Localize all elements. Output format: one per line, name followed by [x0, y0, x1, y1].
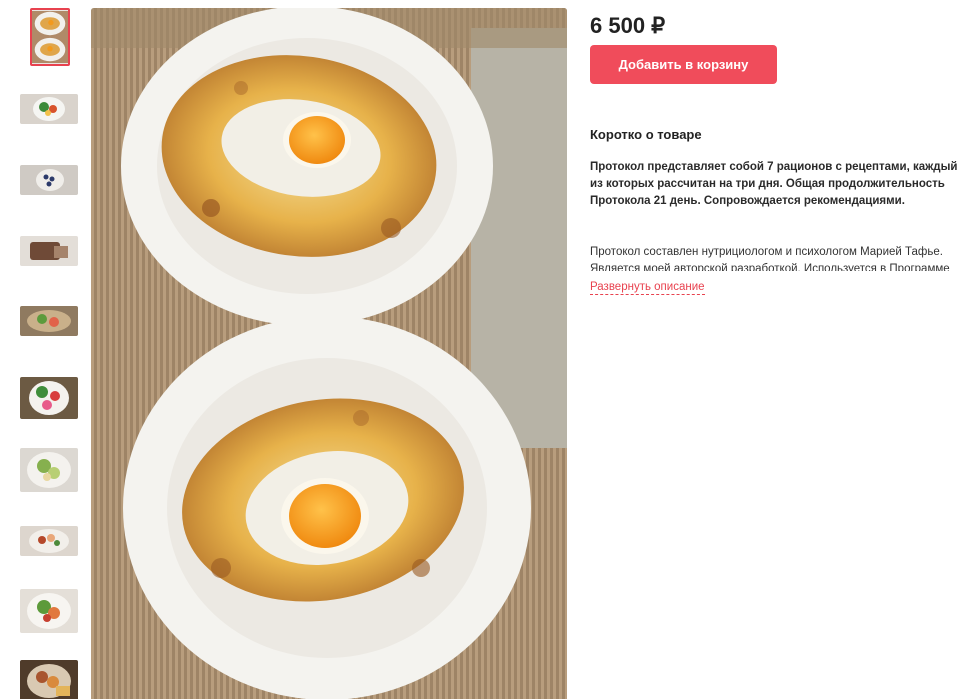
short-description-heading: Коротко о товаре: [590, 127, 702, 142]
product-price: 6 500 ₽: [590, 13, 666, 38]
thumbnail-plated-meal[interactable]: [20, 526, 78, 556]
thumbnail-plate-vegetables[interactable]: [20, 94, 78, 124]
thumbnail-khachapuri[interactable]: [30, 8, 70, 66]
thumbnail-blueberries[interactable]: [20, 165, 78, 195]
add-to-cart-button[interactable]: Добавить в корзину: [590, 45, 777, 84]
thumbnail-green-salad[interactable]: [20, 448, 78, 492]
full-description-text: Протокол составлен нутрициологом и психо…: [590, 246, 950, 271]
expand-description-link[interactable]: Развернуть описание: [590, 280, 705, 295]
thumbnail-salad-board[interactable]: [20, 306, 78, 336]
main-product-photo[interactable]: [91, 8, 567, 699]
product-page: 6 500 ₽ Добавить в корзину Коротко о тов…: [0, 0, 968, 699]
thumbnail-plate-salad-2[interactable]: [20, 589, 78, 633]
thumbnail-vegetable-plate[interactable]: [20, 377, 78, 419]
full-description-preview: Протокол составлен нутрициологом и психо…: [590, 244, 968, 271]
short-description-text: Протокол представляет собой 7 рационов с…: [590, 161, 958, 207]
thumbnail-bread-slice[interactable]: [20, 236, 78, 266]
product-info-panel: 6 500 ₽ Добавить в корзину Коротко о тов…: [590, 8, 968, 295]
thumbnail-stew[interactable]: [20, 660, 78, 699]
